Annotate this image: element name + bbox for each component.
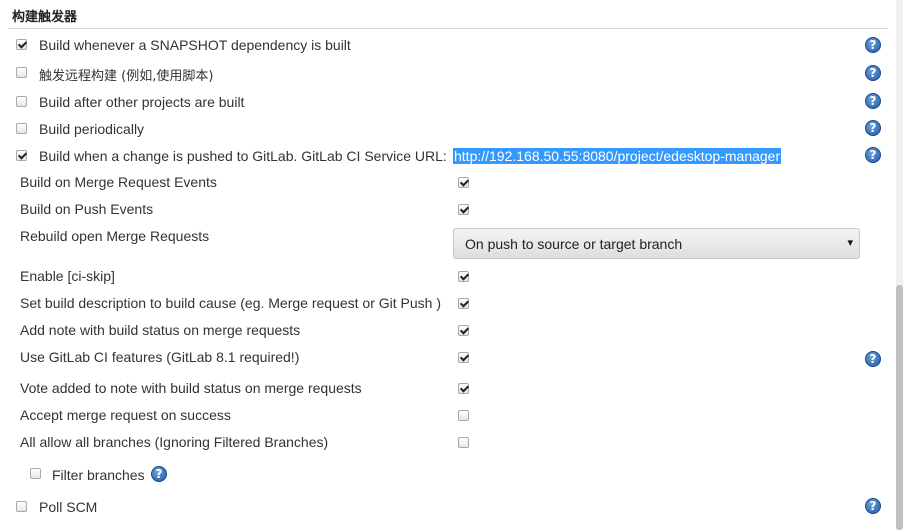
help-icon[interactable]: ? xyxy=(865,498,881,514)
trigger-after-projects-checkbox[interactable] xyxy=(16,96,27,107)
opt-accept-mr-checkbox[interactable] xyxy=(458,410,469,421)
trigger-gitlab-label: Build when a change is pushed to GitLab.… xyxy=(39,148,447,164)
rebuild-open-mr-label: Rebuild open Merge Requests xyxy=(20,228,210,244)
trigger-periodically-checkbox[interactable] xyxy=(16,123,27,134)
section-title: 构建触发器 xyxy=(12,10,78,25)
opt-merge-request-events-checkbox[interactable] xyxy=(458,177,469,188)
trigger-remote-checkbox[interactable] xyxy=(16,67,27,78)
trigger-snapshot-label: Build whenever a SNAPSHOT dependency is … xyxy=(39,37,351,53)
trigger-remote-label: 触发远程构建 (例如,使用脚本) xyxy=(39,69,214,84)
opt-push-events-label: Build on Push Events xyxy=(20,201,154,217)
help-icon[interactable]: ? xyxy=(865,65,881,81)
opt-merge-request-events-label: Build on Merge Request Events xyxy=(20,174,217,190)
opt-add-note-checkbox[interactable] xyxy=(458,325,469,336)
opt-allow-all-branches-checkbox[interactable] xyxy=(458,437,469,448)
gitlab-service-url[interactable]: http://192.168.50.55:8080/project/edeskt… xyxy=(453,148,782,164)
opt-vote-note-checkbox[interactable] xyxy=(458,383,469,394)
opt-vote-note-label: Vote added to note with build status on … xyxy=(20,380,362,396)
opt-accept-mr-label: Accept merge request on success xyxy=(20,407,231,423)
opt-push-events-checkbox[interactable] xyxy=(458,204,469,215)
filter-branches-checkbox[interactable] xyxy=(30,468,41,479)
trigger-snapshot-checkbox[interactable] xyxy=(16,39,27,50)
chevron-down-icon: ▾ xyxy=(847,237,853,249)
opt-ci-skip-label: Enable [ci-skip] xyxy=(20,268,115,284)
help-icon[interactable]: ? xyxy=(865,147,881,163)
help-icon[interactable]: ? xyxy=(865,93,881,109)
trigger-periodically-label: Build periodically xyxy=(39,121,145,137)
help-icon[interactable]: ? xyxy=(151,466,167,482)
filter-branches-label: Filter branches xyxy=(52,467,145,483)
trigger-gitlab-checkbox[interactable] xyxy=(16,150,27,161)
help-icon[interactable]: ? xyxy=(865,351,881,367)
trigger-after-projects-label: Build after other projects are built xyxy=(39,94,245,110)
opt-gitlab-ci-features-checkbox[interactable] xyxy=(458,352,469,363)
opt-build-description-checkbox[interactable] xyxy=(458,298,469,309)
vertical-scrollbar[interactable] xyxy=(896,0,903,530)
poll-scm-checkbox[interactable] xyxy=(16,501,27,512)
rebuild-open-mr-select[interactable]: On push to source or target branch ▾ xyxy=(453,228,860,259)
scrollbar-thumb[interactable] xyxy=(896,285,903,530)
section-divider xyxy=(8,28,888,29)
opt-build-description-label: Set build description to build cause (eg… xyxy=(20,295,441,311)
rebuild-selected-value: On push to source or target branch xyxy=(465,236,683,252)
help-icon[interactable]: ? xyxy=(865,120,881,136)
opt-allow-all-branches-label: All allow all branches (Ignoring Filtere… xyxy=(20,434,329,450)
poll-scm-label: Poll SCM xyxy=(39,499,98,515)
opt-add-note-label: Add note with build status on merge requ… xyxy=(20,322,301,338)
opt-ci-skip-checkbox[interactable] xyxy=(458,271,469,282)
opt-gitlab-ci-features-label: Use GitLab CI features (GitLab 8.1 requi… xyxy=(20,349,300,365)
help-icon[interactable]: ? xyxy=(865,37,881,53)
